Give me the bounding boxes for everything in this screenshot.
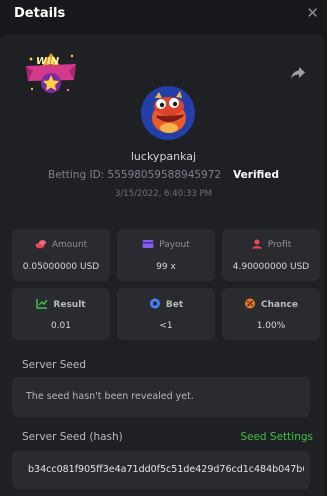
chance-value: 1.00%: [256, 321, 286, 331]
server-seed-hash-value: b34cc081f905ff3e4a71dd0f5c51de429d76cd1c…: [28, 464, 304, 475]
bet-icon: [149, 298, 160, 309]
payout-value: 99 x: [156, 262, 176, 272]
payout-card-icon: [142, 240, 154, 248]
bet-card: Bet <1: [117, 288, 215, 340]
chance-label: Chance: [261, 300, 298, 310]
profit-value: 4.90000000 USD: [232, 262, 310, 272]
bet-value: <1: [159, 321, 173, 331]
chance-card: Chance 1.00%: [222, 288, 320, 340]
server-seed-message: The seed hasn't been revealed yet.: [26, 391, 194, 402]
username: luckypankaj: [130, 150, 197, 163]
percent-icon: [245, 298, 256, 309]
result-card: Result 0.01: [12, 288, 110, 340]
top-bar: Details ✕: [0, 0, 327, 30]
verified-badge: Verified: [233, 169, 279, 181]
coins-icon: [35, 240, 46, 249]
result-label: Result: [53, 300, 86, 310]
server-seed-label: Server Seed: [22, 359, 87, 371]
bet-label: Bet: [165, 300, 184, 310]
payout-label: Payout: [159, 240, 190, 250]
server-seed-hash-box[interactable]: b34cc081f905ff3e4a71dd0f5c51de429d76cd1c…: [12, 451, 310, 489]
profit-icon: [251, 239, 263, 249]
page-title: Details: [14, 6, 66, 21]
result-value: 0.01: [50, 321, 72, 331]
avatar: [141, 86, 195, 140]
close-icon[interactable]: ✕: [306, 4, 319, 22]
win-badge-text: WIN: [36, 56, 60, 67]
bet-timestamp: 3/15/2022, 6:40:33 PM: [115, 189, 212, 199]
seed-settings-link[interactable]: Seed Settings: [240, 431, 313, 443]
profit-label: Profit: [267, 240, 292, 250]
server-seed-hash-label: Server Seed (hash): [22, 431, 123, 443]
profit-card: Profit 4.90000000 USD: [222, 229, 320, 281]
avatar-creature-icon: [141, 86, 195, 140]
share-icon[interactable]: [290, 66, 306, 80]
amount-card: Amount 0.05000000 USD: [12, 229, 110, 281]
betting-id: Betting ID: 55598059588945972: [48, 169, 222, 181]
betting-id-row: Betting ID: 55598059588945972 Verified: [0, 169, 327, 181]
amount-label: Amount: [51, 240, 88, 250]
result-chart-icon: [36, 299, 49, 309]
amount-value: 0.05000000 USD: [22, 262, 100, 272]
payout-card: Payout 99 x: [117, 229, 215, 281]
server-seed-box: The seed hasn't been revealed yet.: [12, 377, 310, 417]
